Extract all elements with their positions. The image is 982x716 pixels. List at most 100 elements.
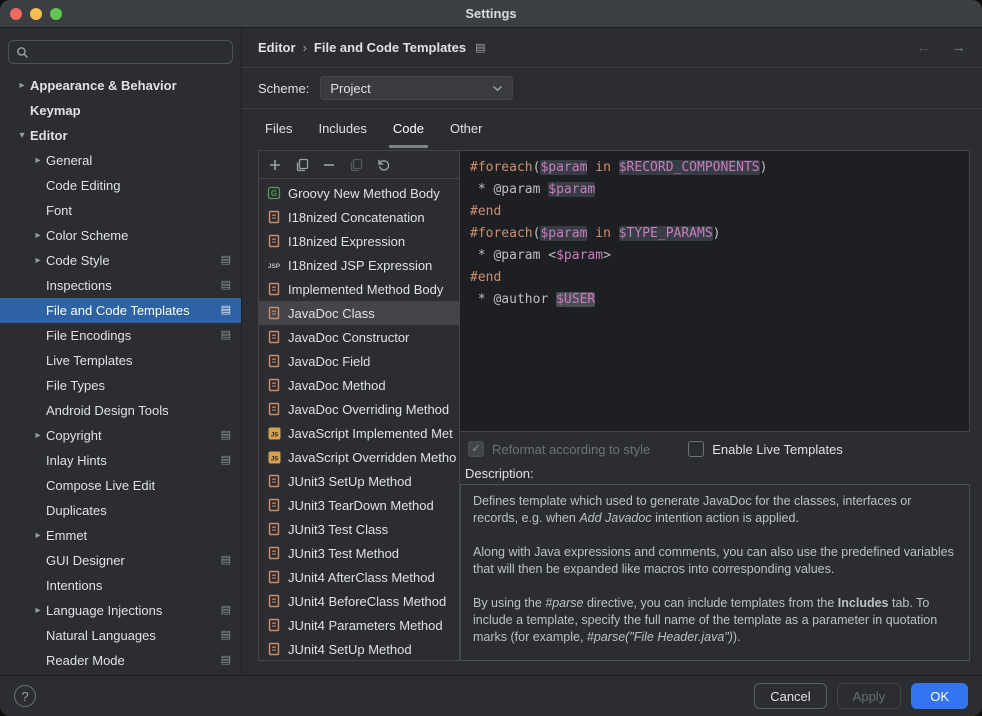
template-item-label: JavaDoc Constructor <box>288 330 409 345</box>
minimize-window-button[interactable] <box>30 8 42 20</box>
sidebar-item-editor[interactable]: ▾Editor <box>0 123 241 148</box>
sidebar-item-label: Keymap <box>30 103 81 118</box>
breadcrumb-file-and-code-templates[interactable]: File and Code Templates <box>314 40 466 55</box>
reset-to-default-icon[interactable] <box>376 158 390 172</box>
template-item-javadoc-constructor[interactable]: JavaDoc Constructor <box>259 325 459 349</box>
template-item-javascript-overridden-metho[interactable]: JSJavaScript Overridden Metho <box>259 445 459 469</box>
settings-page-marker-icon: ▤ <box>221 430 231 441</box>
template-editor[interactable]: #foreach($param in $RECORD_COMPONENTS) *… <box>460 150 970 432</box>
sidebar-item-label: Compose Live Edit <box>46 478 155 493</box>
apply-button[interactable]: Apply <box>837 683 902 709</box>
forward-icon[interactable]: → <box>951 39 966 56</box>
tab-other[interactable]: Other <box>437 109 496 148</box>
sidebar-item-gui-designer[interactable]: GUI Designer▤ <box>0 548 241 573</box>
template-item-junit4-setup-method[interactable]: JUnit4 SetUp Method <box>259 637 459 660</box>
description-paragraph: Defines template which used to generate … <box>473 493 957 527</box>
cancel-button[interactable]: Cancel <box>754 683 826 709</box>
chevron-right-icon[interactable]: ▸ <box>30 430 46 441</box>
sidebar-item-language-injections[interactable]: ▸Language Injections▤ <box>0 598 241 623</box>
chevron-right-icon[interactable]: ▸ <box>30 255 46 266</box>
sidebar-item-label: Intentions <box>46 578 102 593</box>
enable-live-templates-checkbox[interactable]: Enable Live Templates <box>688 441 843 457</box>
zoom-window-button[interactable] <box>50 8 62 20</box>
template-item-junit4-beforeclass-method[interactable]: JUnit4 BeforeClass Method <box>259 589 459 613</box>
close-window-button[interactable] <box>10 8 22 20</box>
template-item-label: Groovy New Method Body <box>288 186 440 201</box>
copy-template-icon[interactable] <box>295 158 309 172</box>
template-icon <box>266 522 282 536</box>
template-item-implemented-method-body[interactable]: Implemented Method Body <box>259 277 459 301</box>
chevron-right-icon[interactable]: ▸ <box>30 605 46 616</box>
settings-search-box[interactable] <box>8 40 233 64</box>
template-item-junit3-test-class[interactable]: JUnit3 Test Class <box>259 517 459 541</box>
sidebar-item-font[interactable]: Font <box>0 198 241 223</box>
sidebar-item-code-editing[interactable]: Code Editing <box>0 173 241 198</box>
chevron-right-icon[interactable]: ▸ <box>30 530 46 541</box>
template-item-groovy-new-method-body[interactable]: GGroovy New Method Body <box>259 181 459 205</box>
tab-files[interactable]: Files <box>252 109 305 148</box>
sidebar-item-color-scheme[interactable]: ▸Color Scheme <box>0 223 241 248</box>
sidebar-item-code-style[interactable]: ▸Code Style▤ <box>0 248 241 273</box>
sidebar-item-file-types[interactable]: File Types <box>0 373 241 398</box>
sidebar-item-compose-live-edit[interactable]: Compose Live Edit <box>0 473 241 498</box>
description-panel[interactable]: Defines template which used to generate … <box>460 484 970 661</box>
sidebar-item-file-and-code-templates[interactable]: File and Code Templates▤ <box>0 298 241 323</box>
template-item-javadoc-overriding-method[interactable]: JavaDoc Overriding Method <box>259 397 459 421</box>
add-template-icon[interactable] <box>268 158 282 172</box>
scheme-select[interactable]: Project <box>320 76 513 100</box>
template-item-i18nized-concatenation[interactable]: I18nized Concatenation <box>259 205 459 229</box>
scheme-label: Scheme: <box>258 81 309 96</box>
template-item-junit3-teardown-method[interactable]: JUnit3 TearDown Method <box>259 493 459 517</box>
template-item-label: JUnit4 AfterClass Method <box>288 570 435 585</box>
sidebar-item-inspections[interactable]: Inspections▤ <box>0 273 241 298</box>
sidebar-item-reader-mode[interactable]: Reader Mode▤ <box>0 648 241 673</box>
template-item-i18nized-expression[interactable]: I18nized Expression <box>259 229 459 253</box>
template-item-javadoc-class[interactable]: JavaDoc Class <box>259 301 459 325</box>
sidebar-item-emmet[interactable]: ▸Emmet <box>0 523 241 548</box>
sidebar-item-file-encodings[interactable]: File Encodings▤ <box>0 323 241 348</box>
sidebar-item-copyright[interactable]: ▸Copyright▤ <box>0 423 241 448</box>
reformat-checkbox[interactable]: ✓ Reformat according to style <box>468 441 650 457</box>
settings-content: Editor › File and Code Templates ▤ ← → S… <box>242 28 982 675</box>
search-input[interactable] <box>34 44 225 61</box>
template-item-junit4-parameters-method[interactable]: JUnit4 Parameters Method <box>259 613 459 637</box>
chevron-right-icon[interactable]: ▸ <box>30 155 46 166</box>
template-item-i18nized-jsp-expression[interactable]: JSPI18nized JSP Expression <box>259 253 459 277</box>
sidebar-item-natural-languages[interactable]: Natural Languages▤ <box>0 623 241 648</box>
sidebar-item-label: Natural Languages <box>46 628 156 643</box>
template-item-javadoc-method[interactable]: JavaDoc Method <box>259 373 459 397</box>
sidebar-item-intentions[interactable]: Intentions <box>0 573 241 598</box>
breadcrumb-editor[interactable]: Editor <box>258 40 296 55</box>
settings-page-marker-icon: ▤ <box>221 280 231 291</box>
scheme-value: Project <box>330 81 370 96</box>
template-item-junit3-test-method[interactable]: JUnit3 Test Method <box>259 541 459 565</box>
back-icon[interactable]: ← <box>916 39 931 56</box>
template-item-junit4-afterclass-method[interactable]: JUnit4 AfterClass Method <box>259 565 459 589</box>
help-button[interactable]: ? <box>14 685 36 707</box>
sidebar-item-inlay-hints[interactable]: Inlay Hints▤ <box>0 448 241 473</box>
template-item-javadoc-field[interactable]: JavaDoc Field <box>259 349 459 373</box>
sidebar-item-keymap[interactable]: Keymap <box>0 98 241 123</box>
tab-includes[interactable]: Includes <box>305 109 379 148</box>
chevron-down-icon[interactable]: ▾ <box>14 130 30 141</box>
template-item-javascript-implemented-met[interactable]: JSJavaScript Implemented Met <box>259 421 459 445</box>
sidebar-item-appearance-behavior[interactable]: ▸Appearance & Behavior <box>0 73 241 98</box>
sidebar-item-live-templates[interactable]: Live Templates <box>0 348 241 373</box>
template-item-label: JavaDoc Field <box>288 354 370 369</box>
chevron-right-icon[interactable]: ▸ <box>14 80 30 91</box>
sidebar-item-android-design-tools[interactable]: Android Design Tools <box>0 398 241 423</box>
template-item-label: JavaDoc Method <box>288 378 386 393</box>
sidebar-item-duplicates[interactable]: Duplicates <box>0 498 241 523</box>
ok-button[interactable]: OK <box>911 683 968 709</box>
template-icon <box>266 282 282 296</box>
chevron-right-icon[interactable]: ▸ <box>30 230 46 241</box>
template-item-label: JUnit4 BeforeClass Method <box>288 594 446 609</box>
template-item-junit3-setup-method[interactable]: JUnit3 SetUp Method <box>259 469 459 493</box>
sidebar-item-general[interactable]: ▸General <box>0 148 241 173</box>
svg-text:JS: JS <box>270 456 277 462</box>
remove-template-icon[interactable] <box>322 158 336 172</box>
template-item-label: I18nized Concatenation <box>288 210 425 225</box>
sidebar-item-label: File Types <box>46 378 105 393</box>
tab-code[interactable]: Code <box>380 109 437 148</box>
template-icon <box>266 306 282 320</box>
